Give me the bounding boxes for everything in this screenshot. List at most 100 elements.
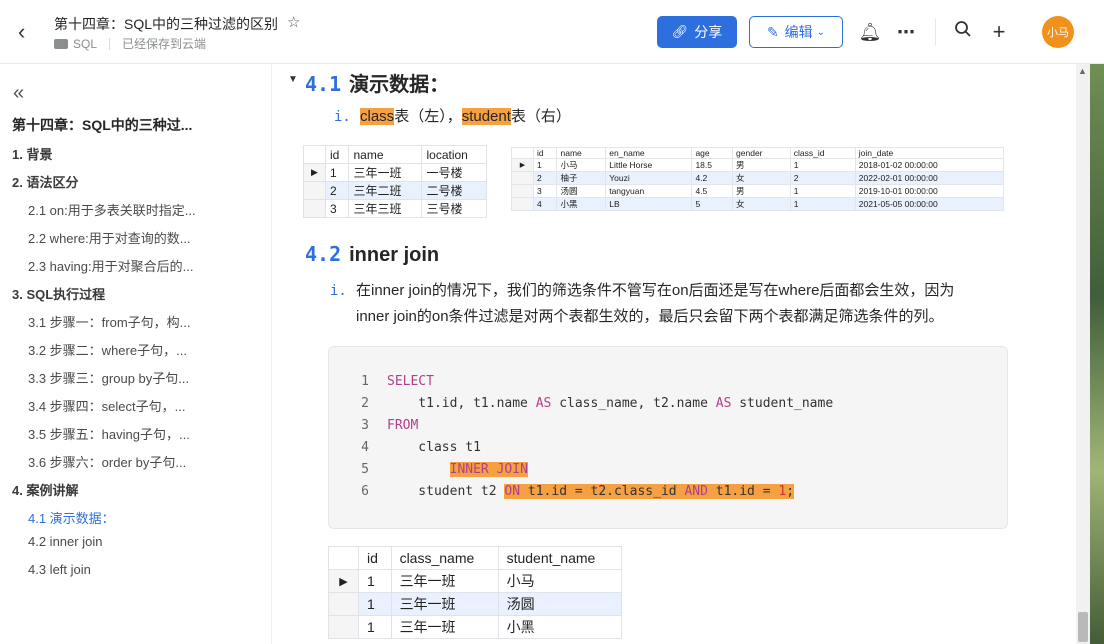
- breadcrumb-divider: [109, 37, 111, 50]
- code-line: 4 class t1: [343, 437, 481, 459]
- toc-item[interactable]: 2.1 on:用于多表关联时指定...: [28, 200, 196, 219]
- table-corner: [303, 145, 326, 164]
- table-corner: [328, 546, 359, 570]
- scroll-up-arrow-icon[interactable]: ▲: [1078, 66, 1087, 76]
- row-indicator: [328, 615, 359, 639]
- toc-item[interactable]: 3.4 步骤四：select子句，...: [28, 396, 185, 415]
- folder-name[interactable]: SQL: [73, 37, 97, 51]
- collapse-sidebar-icon[interactable]: «: [13, 82, 24, 105]
- cell: 4: [532, 197, 558, 211]
- line-number: 1: [361, 374, 369, 389]
- cell: 2022-02-01 00:00:00: [854, 171, 1005, 185]
- code-block[interactable]: 1 SELECT 2 t1.id, t1.name AS class_name, …: [328, 346, 1008, 529]
- scrollbar-thumb[interactable]: [1078, 612, 1088, 642]
- vertical-scrollbar[interactable]: ▲: [1076, 64, 1090, 644]
- cell: 三年一班: [390, 615, 499, 639]
- list-marker: i.: [330, 283, 347, 299]
- line-number: 5: [361, 462, 369, 477]
- row-indicator: [511, 171, 534, 185]
- column-header: location: [421, 145, 487, 164]
- column-header: gender: [732, 147, 791, 159]
- list-item: i. class表（左），student表（右）: [334, 104, 571, 130]
- column-header: student_name: [497, 546, 623, 570]
- cell: 三号楼: [421, 199, 487, 218]
- text: 表（左），: [394, 108, 462, 125]
- more-icon[interactable]: ⋯: [894, 20, 918, 44]
- toc-item[interactable]: 1. 背景: [12, 144, 52, 163]
- class-table-image: id name location ▶ 1 三年一班 一号楼 2 三年二班 二号楼…: [303, 145, 487, 218]
- toc-item[interactable]: 2. 语法区分: [12, 172, 78, 191]
- bell-icon[interactable]: 🔔︎: [858, 20, 882, 44]
- cell: Youzi: [605, 171, 693, 185]
- toc-item[interactable]: 4.2 inner join: [28, 534, 102, 549]
- cell: 3: [532, 184, 558, 198]
- edit-button[interactable]: ✎ 编辑 ⌄: [749, 16, 843, 48]
- highlighted-text: student: [461, 108, 511, 125]
- column-header: class_name: [390, 546, 499, 570]
- document-title: 第十四章：SQL中的三种过滤的区别: [54, 16, 279, 32]
- cell: 女: [732, 197, 791, 211]
- cell: 1: [358, 592, 392, 616]
- cell: 1: [789, 158, 856, 172]
- cell: 男: [732, 184, 791, 198]
- line-number: 3: [361, 418, 369, 433]
- cell: 小黑: [497, 615, 623, 639]
- toc-item[interactable]: 3. SQL执行过程: [12, 284, 105, 303]
- save-status: 已经保存到云端: [122, 37, 207, 51]
- code-text: student_name: [731, 396, 834, 411]
- cell: 2: [532, 171, 558, 185]
- column-header: name: [348, 145, 423, 164]
- cell: 4.5: [691, 184, 734, 198]
- heading-text: inner join: [349, 244, 440, 266]
- folder-icon: [54, 38, 68, 49]
- cell: 小马: [556, 158, 607, 172]
- toc-item-active[interactable]: 4.1 演示数据：: [28, 508, 115, 527]
- toc-item[interactable]: 2.2 where:用于对查询的数...: [28, 228, 191, 247]
- cell: 二号楼: [421, 181, 487, 200]
- toc-item[interactable]: 3.1 步骤一：from子句，构...: [28, 312, 191, 331]
- toc-item[interactable]: 3.2 步骤二：where子句，...: [28, 340, 187, 359]
- avatar[interactable]: 小马: [1042, 16, 1074, 48]
- line-number: 6: [361, 484, 369, 499]
- cell: 女: [732, 171, 791, 185]
- toc-item[interactable]: 4.3 left join: [28, 562, 91, 577]
- cell: 3: [324, 199, 350, 218]
- column-header: id: [324, 145, 350, 164]
- search-icon[interactable]: [951, 20, 975, 44]
- star-icon[interactable]: ☆: [287, 13, 300, 31]
- code-keyword: FROM: [387, 418, 419, 433]
- toc-item[interactable]: 3.5 步骤五：having子句，...: [28, 424, 190, 443]
- toc-doc-title[interactable]: 第十四章：SQL中的三种过...: [12, 115, 192, 135]
- list-marker: i.: [334, 109, 351, 125]
- chevron-down-icon: ⌄: [816, 26, 826, 38]
- column-header: class_id: [789, 147, 856, 159]
- back-arrow-icon[interactable]: ‹: [18, 20, 40, 44]
- edit-label: 编辑: [784, 24, 813, 40]
- row-indicator-icon: ▶: [303, 163, 326, 182]
- toc-item[interactable]: 4. 案例讲解: [12, 480, 78, 499]
- cell: Little Horse: [605, 158, 693, 172]
- collapse-heading-caret-icon[interactable]: ▼: [288, 74, 298, 85]
- cell: 三年一班: [348, 163, 423, 182]
- list-item: i. 在inner join的情况下，我们的筛选条件不管写在on后面还是写在wh…: [330, 278, 1016, 330]
- toc-item[interactable]: 3.6 步骤六：order by子句...: [28, 452, 186, 471]
- toc-item[interactable]: 3.3 步骤三：group by子句...: [28, 368, 189, 387]
- cell: 5: [691, 197, 734, 211]
- cell: 1: [789, 197, 856, 211]
- share-button[interactable]: 🔗︎ 分享: [657, 16, 737, 48]
- plus-icon[interactable]: +: [987, 20, 1011, 44]
- cell: 1: [532, 158, 558, 172]
- code-keyword: SELECT: [387, 374, 434, 389]
- column-header: id: [532, 147, 558, 159]
- code-line: 3 FROM: [343, 415, 418, 437]
- link-icon: 🔗︎: [671, 24, 689, 39]
- code-text: student t2: [387, 484, 505, 499]
- line-number: 4: [361, 440, 369, 455]
- cell: 2021-05-05 00:00:00: [854, 197, 1005, 211]
- cell: 三年三班: [348, 199, 423, 218]
- cell: 18.5: [691, 158, 734, 172]
- breadcrumb: SQL 已经保存到云端: [54, 35, 206, 52]
- cell: 三年一班: [390, 569, 499, 593]
- share-label: 分享: [694, 24, 723, 40]
- toc-item[interactable]: 2.3 having:用于对聚合后的...: [28, 256, 193, 275]
